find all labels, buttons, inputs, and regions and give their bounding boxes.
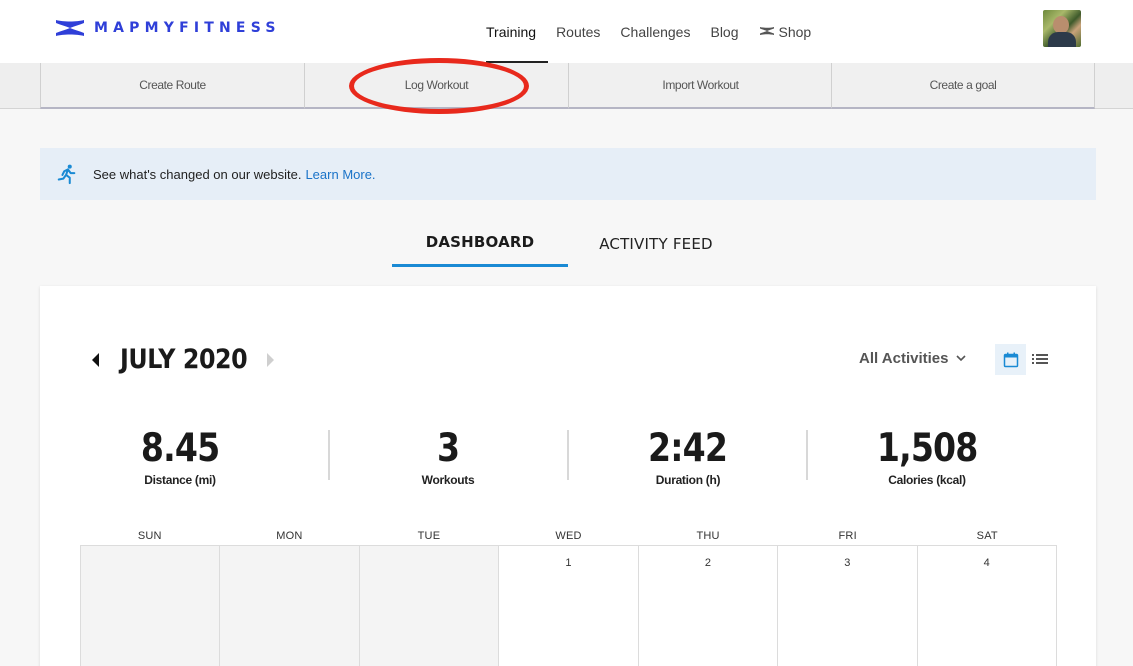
- import-workout-button[interactable]: Import Workout: [568, 63, 832, 109]
- calendar-cell[interactable]: 3: [778, 546, 918, 666]
- nav-blog-label: Blog: [710, 23, 739, 40]
- tab-activity-feed[interactable]: ACTIVITY FEED: [568, 220, 744, 267]
- tab-activity-feed-label: ACTIVITY FEED: [599, 234, 713, 253]
- nav-routes-label: Routes: [556, 23, 601, 40]
- stat-duration-label: Duration (h): [655, 473, 721, 487]
- weekday-fri: FRI: [838, 530, 857, 542]
- action-bar: Create Route Log Workout Import Workout …: [0, 63, 1133, 109]
- weekday-sat: SAT: [976, 530, 998, 542]
- next-month-button[interactable]: [265, 353, 279, 367]
- weekday-sun: SUN: [137, 530, 162, 542]
- create-goal-label: Create a goal: [929, 78, 997, 92]
- stat-workouts-label: Workouts: [421, 473, 475, 487]
- nav-shop[interactable]: Shop: [749, 0, 822, 63]
- user-avatar[interactable]: [1043, 10, 1081, 47]
- list-view-icon[interactable]: [1032, 352, 1048, 366]
- nav-challenges[interactable]: Challenges: [610, 0, 700, 63]
- runner-icon: [57, 164, 76, 185]
- nav-challenges-label: Challenges: [620, 23, 691, 40]
- stat-calories-value: 1,508: [876, 426, 978, 471]
- nav-training-label: Training: [486, 23, 537, 40]
- stat-divider: [567, 430, 569, 480]
- weekday-tue: TUE: [417, 530, 441, 542]
- stat-distance-value: 8.45: [140, 426, 220, 471]
- import-workout-label: Import Workout: [662, 78, 739, 92]
- activity-filter-label: All Activities: [859, 350, 949, 367]
- calendar-day-number: 2: [704, 557, 711, 569]
- stat-distance-label: Distance (mi): [144, 473, 216, 487]
- activity-filter-dropdown[interactable]: All Activities: [859, 350, 967, 367]
- tab-dashboard[interactable]: DASHBOARD: [392, 220, 568, 267]
- banner-text: See what's changed on our website.: [93, 166, 302, 182]
- stat-calories-label: Calories (kcal): [888, 473, 966, 487]
- stat-divider: [328, 430, 330, 480]
- top-navigation: MAPMYFITNESS Training Routes Challenges …: [0, 0, 1133, 63]
- calendar-cell[interactable]: 1: [499, 546, 639, 666]
- weekday-header: SUN MON TUE WED THU FRI SAT: [80, 530, 1057, 544]
- nav-blog[interactable]: Blog: [700, 0, 748, 63]
- log-workout-button[interactable]: Log Workout: [304, 63, 568, 109]
- main-nav: Training Routes Challenges Blog Shop: [476, 0, 821, 63]
- chevron-down-icon: [956, 354, 967, 361]
- weekday-wed: WED: [555, 530, 582, 542]
- calendar-cell[interactable]: 4: [918, 546, 1057, 666]
- brand-name: MAPMYFITNESS: [94, 20, 281, 36]
- info-banner: See what's changed on our website. Learn…: [40, 148, 1096, 200]
- calendar-cell[interactable]: 2: [639, 546, 779, 666]
- stat-distance: 8.45 Distance (mi): [80, 426, 280, 487]
- nav-routes[interactable]: Routes: [546, 0, 610, 63]
- calendar-cell-empty: [359, 546, 500, 666]
- brand-logo[interactable]: MAPMYFITNESS: [54, 18, 281, 38]
- dashboard-card: JULY 2020 All Activities 8.45 Distance (…: [40, 286, 1096, 666]
- nav-shop-label: Shop: [778, 23, 812, 40]
- stat-calories: 1,508 Calories (kcal): [827, 426, 1027, 487]
- calendar-cell-empty: [81, 546, 221, 666]
- stat-duration-value: 2:42: [648, 426, 728, 471]
- calendar-cell-empty: [220, 546, 360, 666]
- create-route-label: Create Route: [139, 78, 206, 92]
- learn-more-link[interactable]: Learn More.: [305, 167, 375, 182]
- tab-dashboard-label: DASHBOARD: [425, 233, 535, 251]
- calendar-grid: 1 2 3 4: [80, 545, 1057, 666]
- stat-divider: [806, 430, 808, 480]
- log-workout-label: Log Workout: [404, 78, 469, 92]
- previous-month-button[interactable]: [90, 353, 104, 367]
- calendar-day-number: 1: [565, 557, 572, 569]
- calendar-day-number: 3: [844, 557, 851, 569]
- calendar-day-number: 4: [983, 557, 990, 569]
- calendar-icon: [1003, 352, 1018, 367]
- calendar-view-button[interactable]: [995, 344, 1026, 375]
- weekday-mon: MON: [276, 530, 303, 542]
- stat-workouts: 3 Workouts: [348, 426, 548, 487]
- weekday-thu: THU: [696, 530, 720, 542]
- under-armour-logo-icon: [56, 20, 84, 36]
- nav-training[interactable]: Training: [476, 0, 549, 63]
- stat-workouts-value: 3: [436, 426, 460, 471]
- month-title: JULY 2020: [120, 344, 248, 375]
- create-route-button[interactable]: Create Route: [40, 63, 304, 109]
- create-goal-button[interactable]: Create a goal: [831, 63, 1095, 109]
- under-armour-icon: [759, 26, 774, 35]
- stat-duration: 2:42 Duration (h): [588, 426, 788, 487]
